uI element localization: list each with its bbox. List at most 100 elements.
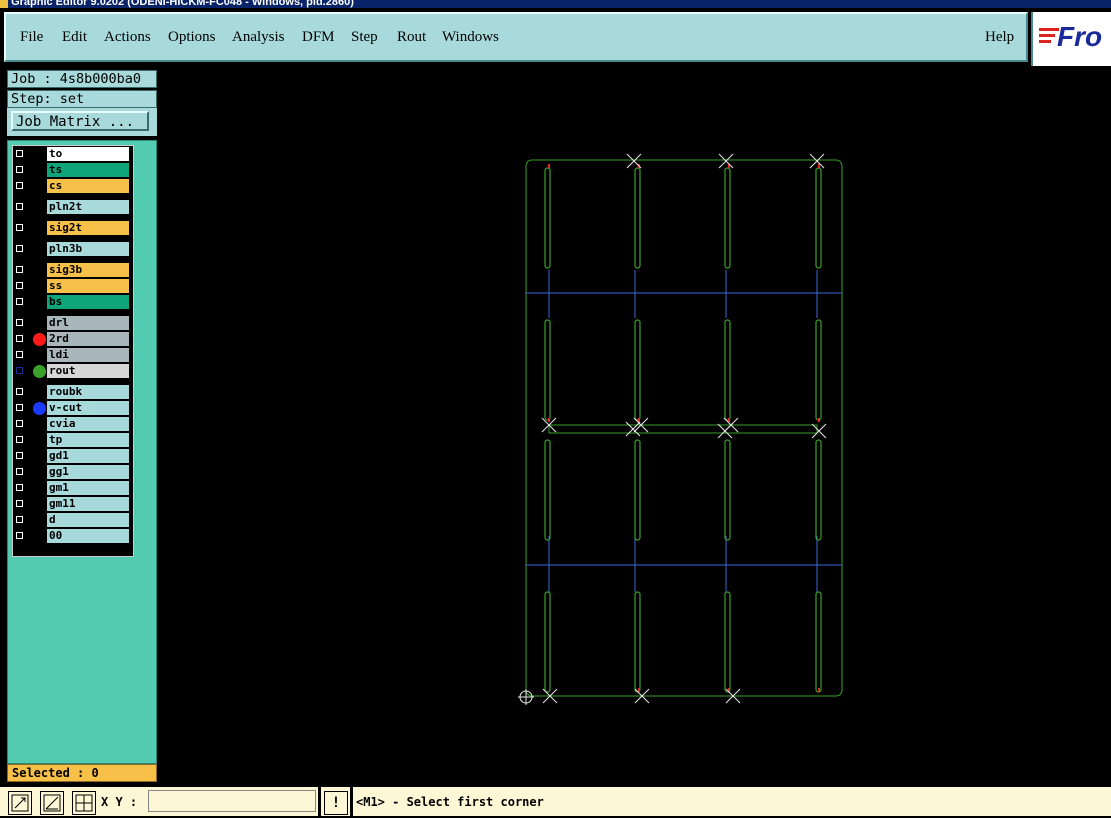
- layer-row-00[interactable]: 00: [13, 529, 133, 544]
- layer-row-pln3b[interactable]: pln3b: [13, 242, 133, 257]
- layer-checkbox[interactable]: [15, 350, 24, 359]
- layer-checkbox[interactable]: [15, 244, 24, 253]
- layer-name[interactable]: roubk: [47, 385, 129, 399]
- layer-row-pln2t[interactable]: pln2t: [13, 200, 133, 215]
- layer-checkbox[interactable]: [15, 419, 24, 428]
- layer-row-tp[interactable]: tp: [13, 433, 133, 448]
- menu-rout[interactable]: Rout: [397, 29, 426, 46]
- layer-name[interactable]: rout: [47, 364, 129, 378]
- layer-row-bs[interactable]: bs: [13, 295, 133, 310]
- layer-checkbox[interactable]: [15, 403, 24, 412]
- layer-checkbox[interactable]: [15, 366, 24, 375]
- layer-name[interactable]: pln2t: [47, 200, 129, 214]
- layer-name[interactable]: tp: [47, 433, 129, 447]
- menu-windows[interactable]: Windows: [442, 29, 499, 46]
- layer-checkbox[interactable]: [15, 181, 24, 190]
- layer-checkbox[interactable]: [15, 265, 24, 274]
- layer-row-rout[interactable]: rout: [13, 364, 133, 379]
- job-matrix-button[interactable]: Job Matrix ...: [11, 111, 149, 131]
- menu-actions[interactable]: Actions: [104, 29, 151, 46]
- layer-name[interactable]: ss: [47, 279, 129, 293]
- layer-row-gm1[interactable]: gm1: [13, 481, 133, 496]
- layer-row-d[interactable]: d: [13, 513, 133, 528]
- layer-name[interactable]: v-cut: [47, 401, 129, 415]
- job-matrix-frame: Job Matrix ...: [7, 108, 157, 136]
- app-icon: [0, 0, 8, 8]
- layer-checkbox[interactable]: [15, 483, 24, 492]
- layer-checkbox[interactable]: [15, 318, 24, 327]
- layer-panel: to ts cs pln2t sig2t pln3b sig3b ss bs drl 2rd ldi r…: [7, 140, 157, 764]
- menu-options[interactable]: Options: [168, 29, 216, 46]
- xy-input[interactable]: [148, 790, 316, 812]
- layer-checkbox[interactable]: [15, 531, 24, 540]
- layer-row-gm11[interactable]: gm11: [13, 497, 133, 512]
- layer-name[interactable]: sig3b: [47, 263, 129, 277]
- layer-name[interactable]: 00: [47, 529, 129, 543]
- ruler-icon: [43, 794, 61, 812]
- layer-name[interactable]: ts: [47, 163, 129, 177]
- layer-row-cs[interactable]: cs: [13, 179, 133, 194]
- layer-row-2rd[interactable]: 2rd: [13, 332, 133, 347]
- layer-row-ts[interactable]: ts: [13, 163, 133, 178]
- layer-name[interactable]: gm1: [47, 481, 129, 495]
- layer-row-gd1[interactable]: gd1: [13, 449, 133, 464]
- layer-name[interactable]: cs: [47, 179, 129, 193]
- layer-row-cvia[interactable]: cvia: [13, 417, 133, 432]
- layer-name[interactable]: gd1: [47, 449, 129, 463]
- drill-markers: [548, 164, 820, 692]
- layer-checkbox[interactable]: [15, 387, 24, 396]
- menu-step[interactable]: Step: [351, 29, 378, 46]
- menu-dfm[interactable]: DFM: [302, 29, 335, 46]
- layer-checkbox[interactable]: [15, 165, 24, 174]
- layer-checkbox[interactable]: [15, 223, 24, 232]
- layer-checkbox[interactable]: [15, 515, 24, 524]
- layer-row-v-cut[interactable]: v-cut: [13, 401, 133, 416]
- menu-panel: File Edit Actions Options Analysis DFM S…: [4, 12, 1028, 62]
- layer-row-drl[interactable]: drl: [13, 316, 133, 331]
- status-message: <M1> - Select first corner: [356, 795, 544, 809]
- layer-row-ldi[interactable]: ldi: [13, 348, 133, 363]
- layer-name[interactable]: cvia: [47, 417, 129, 431]
- layer-name[interactable]: sig2t: [47, 221, 129, 235]
- menu-bar: File Edit Actions Options Analysis DFM S…: [0, 8, 1111, 66]
- layer-checkbox[interactable]: [15, 435, 24, 444]
- menu-edit[interactable]: Edit: [62, 29, 87, 46]
- layer-name[interactable]: drl: [47, 316, 129, 330]
- grid-button[interactable]: [72, 791, 96, 815]
- layer-checkbox[interactable]: [15, 149, 24, 158]
- layer-row-gg1[interactable]: gg1: [13, 465, 133, 480]
- menu-help[interactable]: Help: [985, 29, 1014, 46]
- layer-name[interactable]: bs: [47, 295, 129, 309]
- layer-row-to[interactable]: to: [13, 147, 133, 162]
- layer-name[interactable]: gg1: [47, 465, 129, 479]
- window-title: Graphic Editor 9.0202 (ODENI-HICKM-FC048…: [11, 0, 354, 8]
- measure-button[interactable]: [40, 791, 64, 815]
- layer-checkbox[interactable]: [15, 467, 24, 476]
- layer-row-ss[interactable]: ss: [13, 279, 133, 294]
- zoom-arrow-icon: [11, 794, 29, 812]
- layer-checkbox[interactable]: [15, 499, 24, 508]
- layer-name[interactable]: d: [47, 513, 129, 527]
- zoom-area-button[interactable]: [8, 791, 32, 815]
- menu-file[interactable]: File: [20, 29, 43, 46]
- origin-icon: [518, 689, 534, 705]
- layer-row-roubk[interactable]: roubk: [13, 385, 133, 400]
- layer-name[interactable]: ldi: [47, 348, 129, 362]
- menu-analysis[interactable]: Analysis: [232, 29, 285, 46]
- v-cut-lines: [526, 270, 842, 592]
- layer-name[interactable]: 2rd: [47, 332, 129, 346]
- layer-name[interactable]: pln3b: [47, 242, 129, 256]
- layer-row-sig3b[interactable]: sig3b: [13, 263, 133, 278]
- layer-checkbox[interactable]: [15, 334, 24, 343]
- layer-checkbox[interactable]: [15, 202, 24, 211]
- layer-checkbox[interactable]: [15, 281, 24, 290]
- layer-checkbox[interactable]: [15, 451, 24, 460]
- graphics-canvas[interactable]: [160, 66, 1111, 786]
- layer-row-sig2t[interactable]: sig2t: [13, 221, 133, 236]
- layer-name[interactable]: gm11: [47, 497, 129, 511]
- layer-status-dot-icon: [33, 402, 46, 415]
- status-separator: [318, 787, 321, 817]
- alert-button[interactable]: !: [324, 791, 348, 815]
- layer-name[interactable]: to: [47, 147, 129, 161]
- layer-checkbox[interactable]: [15, 297, 24, 306]
